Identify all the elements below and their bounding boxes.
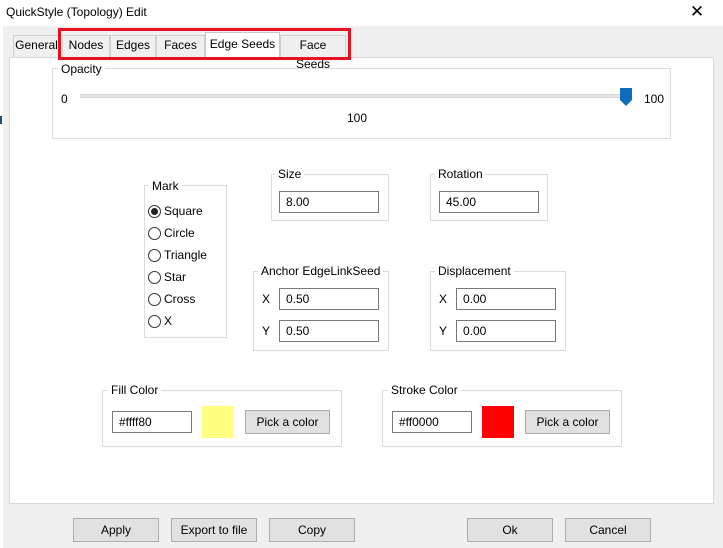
rotation-label: Rotation [435,167,486,181]
left-edge [0,26,3,548]
opacity-group [52,68,671,139]
radio-icon[interactable] [148,314,161,328]
mark-option-label: Cross [164,292,196,306]
opacity-label: Opacity [58,62,105,76]
radio-icon[interactable] [148,248,161,262]
radio-icon[interactable] [148,292,161,306]
displacement-label: Displacement [435,264,514,278]
opacity-max-label: 100 [644,92,665,106]
mark-option-label: Star [164,270,187,284]
mark-option-label: Circle [164,226,195,240]
radio-icon[interactable] [148,270,161,284]
tab-edges[interactable]: Edges [110,35,156,57]
anchor-label: Anchor EdgeLinkSeed [258,264,384,278]
displacement-x-label: X [439,292,448,306]
rotation-input[interactable]: 45.00 [439,191,539,213]
displacement-y-label: Y [439,324,448,338]
tab-nodes[interactable]: Nodes [62,35,110,57]
stroke-pick-color-button[interactable]: Pick a color [525,410,610,434]
size-label: Size [275,167,305,181]
cancel-button[interactable]: Cancel [565,518,651,542]
anchor-y-label: Y [262,324,271,338]
anchor-x-input[interactable]: 0.50 [279,288,379,310]
opacity-slider-track[interactable] [80,94,630,98]
displacement-y-input[interactable]: 0.00 [456,320,556,342]
mark-option-label: Triangle [164,248,207,262]
mark-option-square[interactable]: Square [148,202,203,220]
fill-color-swatch [202,406,234,438]
opacity-value: 100 [347,111,368,125]
export-to-file-button[interactable]: Export to file [171,518,257,542]
mark-label: Mark [149,179,182,193]
mark-option-star[interactable]: Star [148,268,186,286]
copy-button[interactable]: Copy [269,518,355,542]
mark-option-circle[interactable]: Circle [148,224,195,242]
mark-option-label: Square [164,204,203,218]
displacement-x-input[interactable]: 0.00 [456,288,556,310]
stroke-color-label: Stroke Color [388,383,461,397]
mark-option-x[interactable]: X [148,312,172,330]
fill-pick-color-button[interactable]: Pick a color [245,410,330,434]
stroke-color-swatch [482,406,514,438]
tab-general[interactable]: General [13,35,60,57]
anchor-y-input[interactable]: 0.50 [279,320,379,342]
apply-button[interactable]: Apply [73,518,159,542]
tab-faces[interactable]: Faces [156,35,205,57]
close-icon[interactable]: ✕ [684,1,710,23]
mark-option-label: X [164,314,173,328]
mark-option-cross[interactable]: Cross [148,290,195,308]
opacity-min-label: 0 [61,92,68,106]
tab-edge-seeds[interactable]: Edge Seeds [205,32,280,58]
left-edge-marker [0,116,2,124]
ok-button[interactable]: Ok [467,518,553,542]
stroke-color-input[interactable]: #ff0000 [392,411,472,433]
fill-color-input[interactable]: #ffff80 [112,411,192,433]
tab-face-seeds[interactable]: Face Seeds [280,35,346,71]
radio-selected-icon[interactable] [148,204,161,218]
opacity-slider-thumb[interactable] [620,88,632,106]
fill-color-label: Fill Color [108,383,162,397]
radio-icon[interactable] [148,226,161,240]
window-title: QuickStyle (Topology) Edit [6,5,147,19]
anchor-x-label: X [262,292,271,306]
mark-option-triangle[interactable]: Triangle [148,246,207,264]
size-input[interactable]: 8.00 [279,191,379,213]
